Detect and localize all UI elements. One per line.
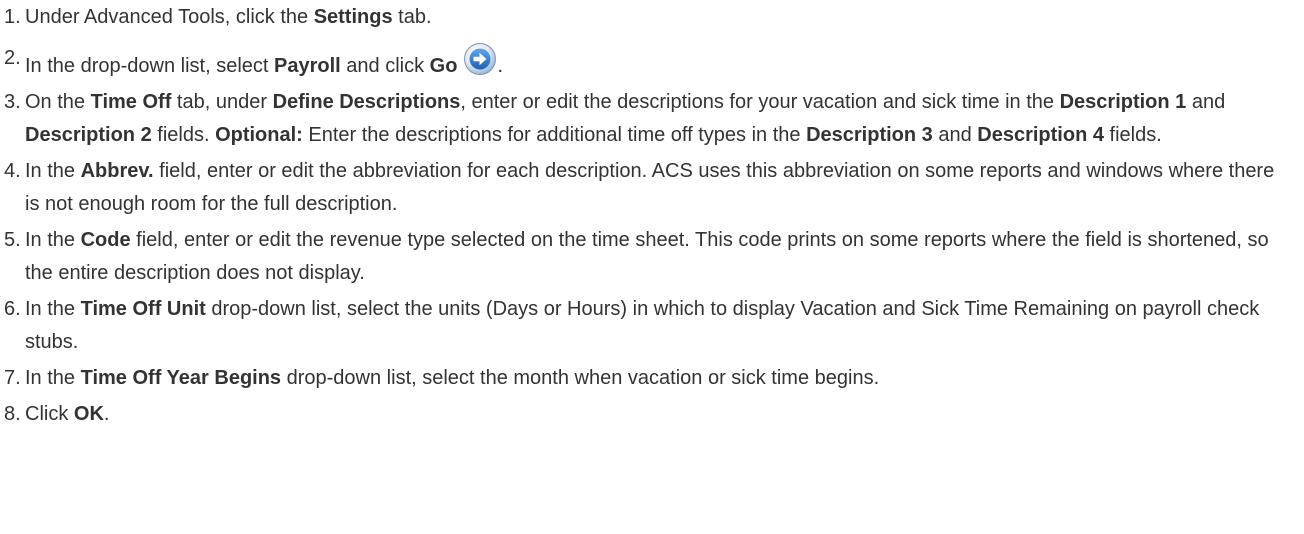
step-8: 8. Click OK.: [0, 398, 1304, 431]
step-text: In the Time Off Year Begins drop-down li…: [25, 367, 880, 389]
step-3: 3. On the Time Off tab, under Define Des…: [0, 86, 1304, 152]
step-number: 3.: [4, 91, 21, 113]
step-text: In the Abbrev. field, enter or edit the …: [25, 160, 1275, 215]
step-text: In the drop-down list, select Payroll an…: [25, 42, 1280, 83]
define-descriptions-ref: Define Descriptions: [272, 91, 461, 113]
description-1-ref: Description 1: [1059, 91, 1187, 113]
help-page: { "steps": [ { "num": "1.", "parts": ["U…: [0, 1, 1304, 534]
step-text: Under Advanced Tools, click the Settings…: [25, 6, 432, 28]
settings-tab-ref: Settings: [313, 6, 393, 28]
step-number: 6.: [4, 298, 21, 320]
abbrev-field-ref: Abbrev.: [80, 160, 154, 182]
step-text: Click OK.: [25, 403, 110, 425]
step-7: 7. In the Time Off Year Begins drop-down…: [0, 362, 1304, 395]
step-6: 6. In the Time Off Unit drop-down list, …: [0, 293, 1304, 359]
go-button-ref: Go: [429, 55, 458, 77]
go-arrow-icon: [463, 42, 497, 76]
step-1: 1. Under Advanced Tools, click the Setti…: [0, 1, 1304, 34]
time-off-year-begins-ref: Time Off Year Begins: [80, 367, 282, 389]
time-off-tab-ref: Time Off: [90, 91, 172, 113]
step-number: 5.: [4, 229, 21, 251]
step-5: 5. In the Code field, enter or edit the …: [0, 224, 1304, 290]
optional-label: Optional:: [215, 124, 303, 146]
step-number: 7.: [4, 367, 21, 389]
step-2: 2. In the drop-down list, select Payroll…: [0, 42, 1304, 83]
description-2-ref: Description 2: [25, 124, 152, 146]
step-4: 4. In the Abbrev. field, enter or edit t…: [0, 155, 1304, 221]
step-text: In the Code field, enter or edit the rev…: [25, 229, 1269, 284]
time-off-unit-ref: Time Off Unit: [80, 298, 206, 320]
step-text: In the Time Off Unit drop-down list, sel…: [25, 298, 1260, 353]
step-number: 8.: [4, 403, 21, 425]
ok-button-ref: OK: [73, 403, 104, 425]
code-field-ref: Code: [80, 229, 131, 251]
payroll-option-ref: Payroll: [274, 55, 341, 77]
description-3-ref: Description 3: [806, 124, 933, 146]
step-number: 1.: [4, 6, 21, 28]
step-text: On the Time Off tab, under Define Descri…: [25, 91, 1226, 146]
instruction-steps: 1. Under Advanced Tools, click the Setti…: [0, 1, 1304, 431]
description-4-ref: Description 4: [977, 124, 1104, 146]
step-number: 4.: [4, 160, 21, 182]
step-number: 2.: [4, 47, 21, 69]
